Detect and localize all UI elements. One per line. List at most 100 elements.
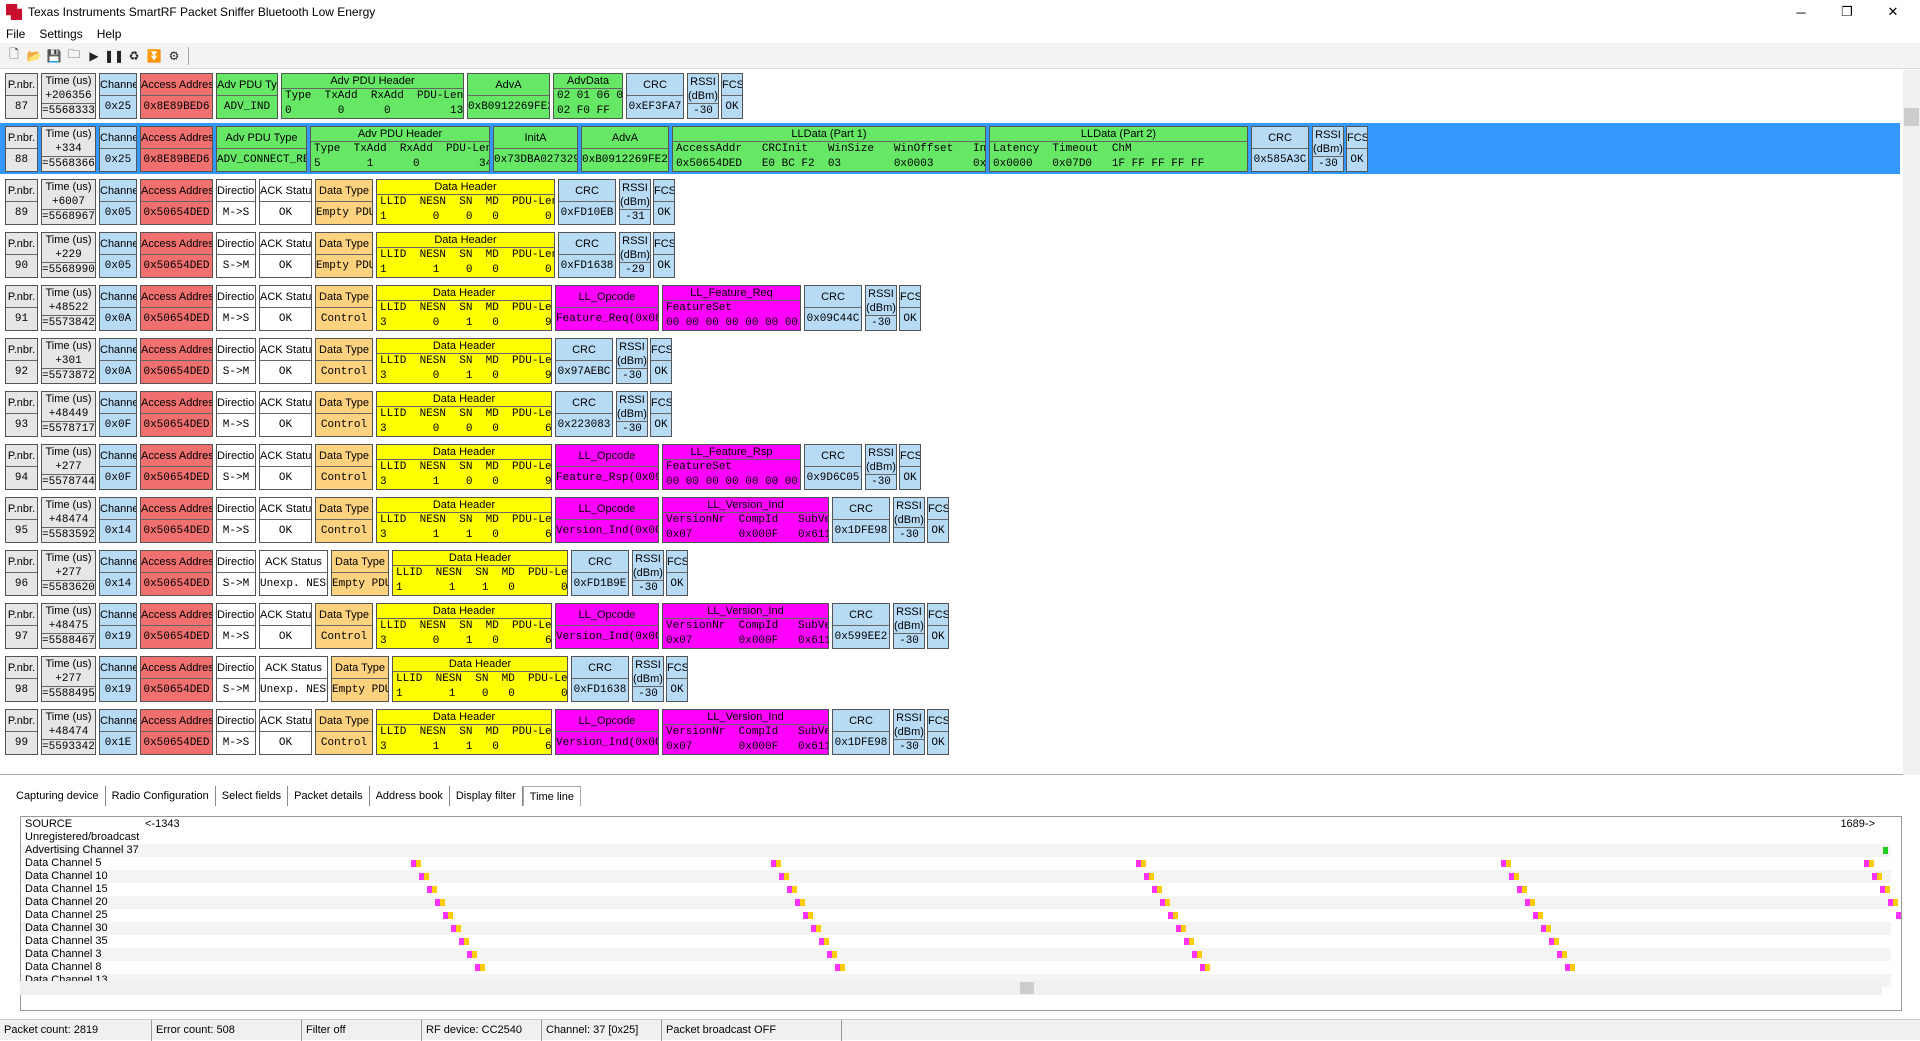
packet-row[interactable]: P.nbr. 93 Time (us) +48449 =55787172 Channel 0… (0, 388, 1900, 439)
scroll-down-icon[interactable]: ⏬ (144, 46, 164, 66)
ll-opcode-cell: LL_Opcode Feature_Req(0x08) (555, 285, 659, 331)
tab-capturing-device[interactable]: Capturing device (10, 786, 106, 806)
scrollbar-thumb[interactable] (1904, 108, 1919, 126)
tab-radio-configuration[interactable]: Radio Configuration (106, 786, 216, 806)
direction-cell: Direction S->M (216, 338, 256, 384)
ll-opcode-cell-header: LL_Opcode (556, 445, 658, 467)
fcs-cell-value: OK (931, 525, 945, 537)
crc-cell-value: 0x97AEBC (557, 366, 611, 378)
fcs-cell-value: OK (903, 472, 917, 484)
packet-row[interactable]: P.nbr. 94 Time (us) +277 =55787449 Channel 0x0… (0, 441, 1900, 492)
timeline-hscrollbar[interactable] (20, 981, 1882, 995)
direction-cell-header: Direction (217, 657, 255, 679)
advdata-cell-fields: 02 01 06 03 (557, 90, 623, 102)
tab-display-filter[interactable]: Display filter (450, 786, 523, 806)
crc-cell-value: 0x1DFE98 (834, 525, 888, 537)
time-delta: +277 (42, 460, 95, 475)
channel-cell: Channel 0x0A (99, 285, 137, 331)
lldata-part1-cell: LLData (Part 1) AccessAddr CRCInit WinSiz… (672, 126, 986, 172)
folder-icon[interactable]: 🗀 (64, 46, 84, 66)
tab-select-fields[interactable]: Select fields (216, 786, 289, 806)
open-icon[interactable]: 📂 (24, 46, 44, 66)
channel-cell-value: 0x25 (104, 101, 132, 113)
packet-row[interactable]: P.nbr. 97 Time (us) +48475 =55884675 Channel 0… (0, 600, 1900, 651)
data-header-cell-fields: LLID NESN SN MD PDU-Length (380, 514, 552, 526)
fcs-cell-value: OK (903, 313, 917, 325)
packet-row[interactable]: P.nbr. 89 Time (us) +6007 =55689671 Channel 0x… (0, 176, 1900, 227)
tab-time-line[interactable]: Time line (522, 786, 581, 806)
time-header: Time (us) (45, 75, 92, 87)
fcs-cell-header: FCS (900, 445, 920, 467)
packet-row[interactable]: P.nbr. 92 Time (us) +301 =55738723 Channel 0x0… (0, 335, 1900, 386)
access-address-cell-value: 0x50654DED (143, 684, 210, 696)
direction-cell-header: Direction (217, 286, 255, 308)
advdata-cell: AdvData 02 01 06 03 02 F0 FF (553, 73, 623, 119)
packet-row[interactable]: P.nbr. 95 Time (us) +48474 =55835923 Channel 0… (0, 494, 1900, 545)
direction-cell-value: S->M (222, 684, 250, 696)
channel-cell: Channel 0x19 (99, 656, 137, 702)
data-header-cell-values: 3 0 1 0 9 (380, 317, 552, 329)
time-cell: Time (us) +48474 =55933426 (41, 709, 96, 755)
access-address-cell-value: 0x50654DED (143, 419, 210, 431)
time-cell: Time (us) +301 =55738723 (41, 338, 96, 384)
rssi-header: RSSI (dBm) (617, 394, 647, 422)
packet-row[interactable]: P.nbr. 96 Time (us) +277 =55836200 Channel 0x1… (0, 547, 1900, 598)
direction-cell-header: Direction (217, 392, 255, 414)
close-button[interactable]: ✕ (1870, 0, 1916, 24)
clear-icon[interactable]: ♻ (124, 46, 144, 66)
ack-status-cell-value: Unexp. NESN (260, 684, 328, 696)
minimize-button[interactable]: ─ (1778, 0, 1824, 24)
packet-list[interactable]: P.nbr. 87 Time (us) +206356 =55683330 Channel… (0, 70, 1920, 775)
timeline-row: Data Channel 3 (21, 948, 1891, 961)
direction-cell-value: M->S (222, 525, 250, 537)
pause-icon[interactable]: ❚❚ (104, 46, 124, 66)
crc-cell-header: CRC (1252, 127, 1308, 149)
packet-row[interactable]: P.nbr. 87 Time (us) +206356 =55683330 Channel… (0, 70, 1900, 121)
menu-help[interactable]: Help (97, 27, 122, 41)
new-icon[interactable]: 🗋 (4, 46, 24, 66)
scrollbar-thumb[interactable] (1020, 982, 1034, 994)
ll-version-cell-fields: VersionNr CompId SubVersNr (666, 726, 828, 738)
crc-cell-value: 0xFD10EB (560, 207, 614, 219)
packet-list-scrollbar[interactable] (1903, 70, 1920, 775)
play-icon[interactable]: ▶ (84, 46, 104, 66)
time-cell: Time (us) +48522 =55738422 (41, 285, 96, 331)
fcs-cell-value: OK (654, 419, 668, 431)
tab-address-book[interactable]: Address book (370, 786, 450, 806)
settings-icon[interactable]: ⚙ (164, 46, 184, 66)
time-header: Time (us) (45, 340, 92, 352)
packet-row[interactable]: P.nbr. 88 Time (us) +334 =55683664 Channel 0x2… (0, 123, 1900, 174)
tab-packet-details[interactable]: Packet details (288, 786, 370, 806)
ack-status-cell-value: OK (278, 737, 293, 749)
menu-file[interactable]: File (6, 27, 25, 41)
timeline-event-mark (784, 873, 789, 880)
packet-row[interactable]: P.nbr. 91 Time (us) +48522 =55738422 Channel 0… (0, 282, 1900, 333)
save-icon[interactable]: 💾 (44, 46, 64, 66)
fcs-cell-header: FCS (667, 551, 687, 573)
data-type-cell-value: Empty PDU (316, 260, 373, 272)
data-type-cell: Data Type Empty PDU (315, 179, 373, 225)
adv-pdu-header-cell-header: Adv PDU Header (282, 74, 463, 89)
pnbr-cell: P.nbr. 96 (5, 550, 38, 596)
timeline-event-mark (1514, 873, 1519, 880)
crc-cell: CRC 0x9D6C05 (804, 444, 862, 490)
packet-row[interactable]: P.nbr. 99 Time (us) +48474 =55933426 Channel 0… (0, 706, 1900, 757)
packet-row[interactable]: P.nbr. 98 Time (us) +277 =55884952 Channel 0x1… (0, 653, 1900, 704)
packet-row[interactable]: P.nbr. 90 Time (us) +229 =55689900 Channel 0x0… (0, 229, 1900, 280)
ll-version-cell-values: 0x07 0x000F 0x6119 (666, 529, 829, 541)
data-header-cell-header: Data Header (377, 286, 551, 301)
ack-status-cell-header: ACK Status (260, 657, 327, 679)
fcs-cell-value: OK (1350, 154, 1364, 166)
title-bar: Texas Instruments SmartRF Packet Sniffer… (0, 0, 1920, 24)
channel-cell-header: Channel (100, 710, 136, 732)
pnbr-cell-value: 93 (14, 419, 29, 431)
channel-cell-value: 0x14 (104, 578, 132, 590)
data-type-cell-value: Empty PDU (316, 207, 373, 219)
time-delta: +301 (42, 354, 95, 369)
maximize-button[interactable]: ❐ (1824, 0, 1870, 24)
rssi-cell: RSSI (dBm) -30 (632, 656, 664, 702)
ack-status-cell: ACK Status OK (259, 391, 312, 437)
lldata-part2-cell: LLData (Part 2)Latency Timeout ChM Hop S… (989, 126, 1248, 172)
data-header-cell-fields: LLID NESN SN MD PDU-Length (380, 249, 554, 261)
menu-settings[interactable]: Settings (39, 27, 82, 41)
